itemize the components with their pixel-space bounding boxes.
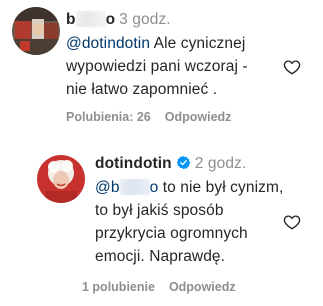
comment-1: bo3 godz. @dotindotin Ale cynicznej wypo… [0,0,323,130]
avatar-image [12,7,60,55]
comment-text-line-1: @dotindotin Ale cynicznej [66,34,245,54]
comment-text: Ale cynicznej [153,35,246,52]
timestamp: 2 godz. [194,155,247,172]
avatar[interactable] [12,7,60,55]
avatar-image [37,155,85,203]
comment-header: dotindotin 2 godz. [95,154,246,176]
timestamp: 3 godz. [119,11,171,28]
mention-link[interactable]: @dotindotin [66,35,150,52]
comment-actions: 1 polubienie Odpowiedz [82,280,236,294]
like-button[interactable] [283,58,301,76]
comment-text-line-2: wypowiedzi pani wczoraj - [66,58,248,75]
comment-header: bo3 godz. [66,10,171,30]
comment-text-line-1: @b o to nie był cynizm, [95,178,283,198]
comment-text-line-3: nie łatwo zapomnieć . [66,81,218,98]
like-button[interactable] [283,213,301,231]
comment-text-line-3: przykrycia ogromnych [95,225,248,242]
redacted-mention [119,179,150,195]
username[interactable]: dotindotin [95,155,172,172]
reply-button[interactable]: Odpowiedz [169,280,236,294]
comment-actions: Polubienia: 26 Odpowiedz [66,110,231,124]
verified-badge-icon [176,155,191,176]
redacted-username [75,11,106,27]
likes-count[interactable]: Polubienia: 26 [66,110,151,124]
mention-link[interactable]: @b o [95,179,158,196]
comment-text-line-4: emocji. Naprawdę. [95,248,226,265]
username[interactable]: bo [66,11,115,28]
heart-outline-icon [283,215,301,230]
comment-2: dotindotin 2 godz. @b o to nie był cynizm,… [0,145,323,306]
avatar[interactable] [37,155,85,203]
reply-button[interactable]: Odpowiedz [165,110,232,124]
likes-count[interactable]: 1 polubienie [82,280,155,294]
comment-text: to nie był cynizm, [162,179,284,196]
comment-text-line-2: to był jakiś sposób [95,202,224,219]
heart-outline-icon [283,60,301,75]
